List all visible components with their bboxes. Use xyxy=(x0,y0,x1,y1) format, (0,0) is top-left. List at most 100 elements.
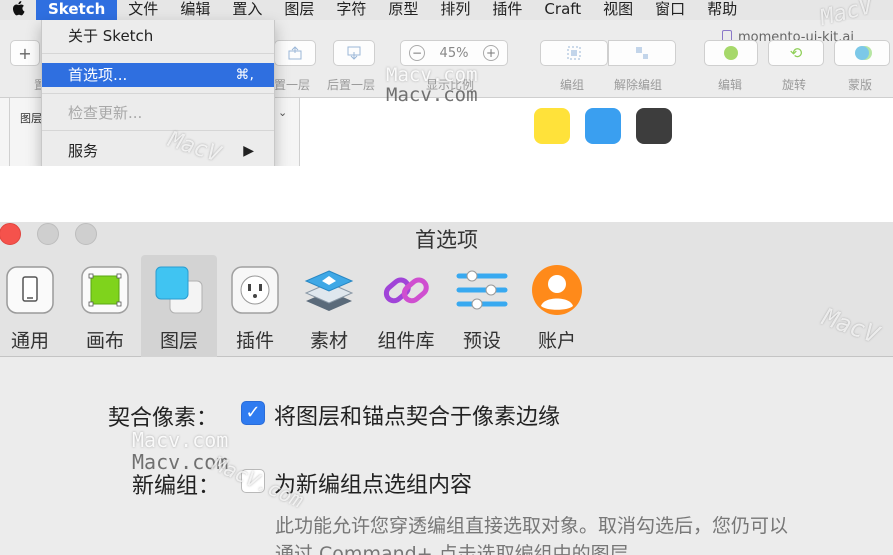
tab-assets-label: 素材 xyxy=(309,330,348,352)
pixel-fitting-checkbox[interactable]: ✓ xyxy=(241,401,265,425)
assets-stack-icon xyxy=(304,270,354,311)
tab-account[interactable]: 账户 xyxy=(519,255,595,357)
insert-button[interactable]: + xyxy=(10,40,40,66)
menu-view[interactable]: 视图 xyxy=(592,0,644,20)
tab-account-label: 账户 xyxy=(537,330,576,352)
menu-insert[interactable]: 置入 xyxy=(221,0,273,20)
canvas-area[interactable] xyxy=(300,98,893,166)
mask-label: 蒙版 xyxy=(848,78,873,92)
menu-item-preferences-shortcut: ⌘, xyxy=(235,67,254,83)
menu-separator xyxy=(42,93,274,94)
apple-icon[interactable] xyxy=(0,0,36,20)
preferences-titlebar: 首选项 通用 画布 图层 插件 素材 组件库 预设 账户 xyxy=(0,222,893,357)
zoom-in-button[interactable]: + xyxy=(483,45,499,61)
menu-separator xyxy=(42,53,274,54)
tab-presets[interactable]: 预设 xyxy=(444,255,520,357)
tab-assets[interactable]: 素材 xyxy=(291,255,367,357)
bring-forward-button[interactable] xyxy=(274,40,316,66)
pixel-fitting-label: 契合像素： xyxy=(108,406,219,431)
layers-panel-label: 图层 xyxy=(20,112,42,125)
rotate-button[interactable]: ⟲ xyxy=(768,40,824,66)
chevron-right-icon: ▶ xyxy=(243,143,254,159)
tab-layers[interactable]: 图层 xyxy=(141,255,217,357)
menu-item-about-label: 关于 Sketch xyxy=(68,27,154,45)
group-label: 编组 xyxy=(560,78,585,92)
tab-layers-label: 图层 xyxy=(159,330,198,352)
rotate-label: 旋转 xyxy=(782,78,807,92)
send-backward-icon xyxy=(347,46,361,60)
ungroup-label: 解除编组 xyxy=(614,78,663,92)
blue-swatch[interactable] xyxy=(585,108,621,144)
bring-forward-label: 置一层 xyxy=(274,78,311,92)
layers-stack-icon xyxy=(155,266,203,314)
menu-sketch[interactable]: Sketch xyxy=(36,0,118,20)
new-group-option: 为新编组点选组内容 xyxy=(274,473,473,498)
checkmark-icon: ✓ xyxy=(245,402,261,423)
menu-file[interactable]: 文件 xyxy=(117,0,169,20)
preferences-window: 首选项 通用 画布 图层 插件 素材 组件库 预设 账户 契合像素： ✓ 将图层… xyxy=(0,222,893,555)
yellow-swatch[interactable] xyxy=(534,108,570,144)
preferences-content: 契合像素： ✓ 将图层和锚点契合于像素边缘 新编组： 为新编组点选组内容 此功能… xyxy=(0,358,893,555)
new-group-description-line-1: 此功能允许您穿透编组直接选取对象。取消勾选后，您仍可以 xyxy=(275,515,789,537)
new-group-description-line-2: 通过 Command+ 点击选取编组中的图层 xyxy=(275,543,629,555)
dark-swatch[interactable] xyxy=(636,108,672,144)
menu-layer[interactable]: 图层 xyxy=(273,0,325,20)
edit-button[interactable] xyxy=(704,40,758,66)
menu-edit[interactable]: 编辑 xyxy=(169,0,221,20)
tab-general[interactable]: 通用 xyxy=(0,255,68,357)
tab-canvas[interactable]: 画布 xyxy=(67,255,143,357)
menu-plugins[interactable]: 插件 xyxy=(481,0,533,20)
ungroup-button[interactable] xyxy=(608,40,676,66)
menu-prototype[interactable]: 原型 xyxy=(377,0,429,20)
tab-presets-label: 预设 xyxy=(462,330,501,352)
pixel-fitting-option: 将图层和锚点契合于像素边缘 xyxy=(274,405,561,430)
library-link-icon xyxy=(383,277,429,304)
preferences-title: 首选项 xyxy=(415,228,478,252)
mask-button[interactable] xyxy=(834,40,890,66)
menu-bar: Sketch 文件 编辑 置入 图层 字符 原型 排列 插件 Craft 视图 … xyxy=(0,0,893,20)
tab-plugins[interactable]: 插件 xyxy=(217,255,293,357)
menu-help[interactable]: 帮助 xyxy=(696,0,748,20)
sketch-app-window: Sketch 文件 编辑 置入 图层 字符 原型 排列 插件 Craft 视图 … xyxy=(0,0,893,166)
menu-craft[interactable]: Craft xyxy=(533,0,592,20)
menu-text[interactable]: 字符 xyxy=(325,0,377,20)
edit-icon xyxy=(724,46,738,60)
sketch-dropdown-menu: 关于 Sketch 首选项... ⌘, 检查更新... 服务 ▶ xyxy=(41,20,275,166)
menu-window[interactable]: 窗口 xyxy=(644,0,696,20)
account-avatar-icon xyxy=(532,265,582,315)
menu-item-preferences[interactable]: 首选项... ⌘, xyxy=(42,63,274,87)
presets-sliders-icon xyxy=(456,270,508,310)
new-group-label: 新编组： xyxy=(132,474,221,499)
zoom-value: 45% xyxy=(439,45,469,61)
send-backward-button[interactable] xyxy=(333,40,375,66)
menu-item-check-updates-label: 检查更新... xyxy=(68,104,143,122)
rotate-icon: ⟲ xyxy=(789,44,803,62)
tab-libraries-label: 组件库 xyxy=(377,330,435,352)
canvas-square-icon xyxy=(81,266,129,314)
menu-item-check-updates: 检查更新... xyxy=(42,101,274,125)
zoom-control: − 45% + xyxy=(400,40,508,66)
menu-item-about[interactable]: 关于 Sketch xyxy=(42,24,274,48)
general-device-icon xyxy=(6,266,54,314)
group-icon xyxy=(567,46,581,60)
tab-libraries[interactable]: 组件库 xyxy=(368,255,444,357)
group-button[interactable] xyxy=(540,40,608,66)
chevron-down-icon[interactable]: ⌄ xyxy=(278,106,287,119)
menu-item-preferences-label: 首选项... xyxy=(68,66,128,84)
bring-forward-icon xyxy=(288,46,302,60)
tab-plugins-label: 插件 xyxy=(235,330,274,352)
sidebar-edge xyxy=(0,98,10,166)
ungroup-icon xyxy=(636,47,648,59)
send-backward-label: 后置一层 xyxy=(327,78,376,92)
menu-item-services-label: 服务 xyxy=(68,142,99,160)
mask-icon xyxy=(855,46,869,60)
tab-canvas-label: 画布 xyxy=(85,330,124,352)
zoom-out-button[interactable]: − xyxy=(409,45,425,61)
menu-separator xyxy=(42,130,274,131)
zoom-label: 显示比例 xyxy=(426,78,475,92)
edit-label: 编辑 xyxy=(718,78,743,92)
menu-item-services[interactable]: 服务 ▶ xyxy=(42,139,274,163)
new-group-checkbox[interactable] xyxy=(241,469,265,493)
menu-arrange[interactable]: 排列 xyxy=(429,0,481,20)
tab-general-label: 通用 xyxy=(10,330,49,352)
